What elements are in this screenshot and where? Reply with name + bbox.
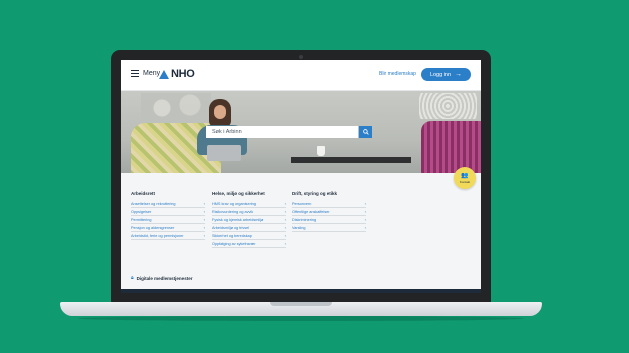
login-button[interactable]: Logg inn → (421, 68, 471, 81)
laptop-shadow (78, 316, 524, 321)
list-item-label: Oppfølging av sykefravær (212, 241, 256, 246)
chevron-right-icon: › (364, 209, 366, 214)
hero-laptop (207, 145, 241, 161)
nho-logo[interactable]: NHO (159, 68, 195, 80)
list-item-label: Ansettelser og rekruttering (131, 201, 176, 206)
login-label: Logg inn (429, 71, 452, 78)
chevron-right-icon: › (284, 201, 286, 206)
list-item-label: Fysisk og kjemisk arbeidsmiljø (212, 217, 264, 222)
column-title: Arbeidsrett (131, 191, 156, 196)
contact-icon: 👥 (461, 172, 469, 179)
list-item[interactable]: Ansettelser og rekruttering › (131, 200, 205, 208)
list-item-label: Permittering (131, 217, 152, 222)
list-item-label: Diskriminering (292, 217, 317, 222)
chevron-right-icon: › (203, 233, 205, 238)
screen-footer-bar (121, 289, 481, 293)
list-item-label: Oppsigelser (131, 209, 152, 214)
list-item-label: Personvern (292, 201, 312, 206)
list-item-label: HMS krav og organisering (212, 201, 256, 206)
nho-logo-icon (159, 69, 169, 79)
list-item[interactable]: Fysisk og kjemisk arbeidsmiljø › (212, 216, 286, 224)
chevron-right-icon: › (203, 209, 205, 214)
hero-banner (121, 91, 481, 173)
column-drift: Drift, styring og etikk Personvern › Offe… (292, 191, 366, 232)
laptop-bezel: Meny NHO Blir medlemskap Logg inn → Søk … (111, 50, 491, 303)
list-item-label: Arbeidstid, ferie og permisjoner (131, 233, 184, 238)
list-item-label: Arbeidsmiljø og trivsel (212, 225, 250, 230)
hero-wall-art-right (419, 93, 477, 119)
hero-person-face (214, 105, 226, 119)
search-input[interactable] (206, 126, 358, 138)
chevron-right-icon: › (203, 217, 205, 222)
chevron-right-icon: › (203, 225, 205, 230)
list-item[interactable]: Diskriminering › (292, 216, 366, 224)
list-item[interactable]: Offentlige anskaffelser › (292, 208, 366, 216)
column-title: Drift, styring og etikk (292, 191, 338, 196)
list-item[interactable]: Oppfølging av sykefravær › (212, 240, 286, 248)
list-item[interactable]: Sikkerhet og beredskap › (212, 232, 286, 240)
list-item[interactable]: Personvern › (292, 200, 366, 208)
column-title: Helse, miljø og sikkerhet (212, 191, 265, 196)
list-item[interactable]: Arbeidsmiljø og trivsel › (212, 224, 286, 232)
chevron-right-icon: › (364, 201, 366, 206)
chevron-right-icon: › (364, 217, 366, 222)
search-icon (362, 129, 369, 135)
logo-text: NHO (171, 68, 195, 80)
list-item[interactable]: Risikovurdering og avvik › (212, 208, 286, 216)
laptop-screen: Meny NHO Blir medlemskap Logg inn → Søk … (121, 60, 481, 293)
hero-chair-right (421, 121, 481, 173)
list-item[interactable]: Arbeidstid, ferie og permisjoner › (131, 232, 205, 240)
laptop-base (60, 302, 542, 316)
menu-button[interactable]: Meny (131, 70, 160, 77)
arrow-right-icon: → (455, 71, 463, 78)
contact-button[interactable]: 👥 Kontakt (454, 167, 476, 189)
digital-services-label: Digitale medlemstjenester (136, 275, 193, 281)
digital-services-link[interactable]: 🔒︎ Digitale medlemstjenester (131, 275, 192, 281)
list-item-label: Varsling (292, 225, 306, 230)
chevron-right-icon: › (284, 217, 286, 222)
hero-wall-art-left (141, 93, 211, 123)
chevron-right-icon: › (284, 225, 286, 230)
list-item-label: Sikkerhet og beredskap (212, 233, 252, 238)
list-item[interactable]: Oppsigelser › (131, 208, 205, 216)
chevron-right-icon: › (284, 233, 286, 238)
chevron-right-icon: › (203, 201, 205, 206)
chevron-right-icon: › (284, 241, 286, 246)
lock-icon: 🔒︎ (131, 275, 134, 281)
list-item-label: Pensjon og aldersgrenser (131, 225, 175, 230)
list-item-label: Risikovurdering og avvik (212, 209, 254, 214)
membership-link[interactable]: Blir medlemskap (379, 71, 416, 77)
list-item[interactable]: Pensjon og aldersgrenser › (131, 224, 205, 232)
camera (299, 55, 303, 59)
list-item[interactable]: HMS krav og organisering › (212, 200, 286, 208)
top-navigation-bar: Meny NHO Blir medlemskap Logg inn → (121, 60, 481, 91)
laptop-base-notch (270, 302, 332, 306)
chevron-right-icon: › (284, 209, 286, 214)
search-button[interactable] (359, 126, 372, 138)
menu-label: Meny (143, 70, 161, 77)
column-hms: Helse, miljø og sikkerhet HMS krav og or… (212, 191, 286, 248)
contact-label: Kontakt (459, 179, 471, 184)
column-arbeidsrett: Arbeidsrett Ansettelser og rekruttering ›… (131, 191, 205, 240)
list-item-label: Offentlige anskaffelser (292, 209, 330, 214)
list-item[interactable]: Varsling › (292, 224, 366, 232)
list-item[interactable]: Permittering › (131, 216, 205, 224)
hero-table (291, 157, 411, 163)
hero-mug (317, 146, 325, 156)
hamburger-icon (131, 70, 139, 77)
chevron-right-icon: › (364, 225, 366, 230)
